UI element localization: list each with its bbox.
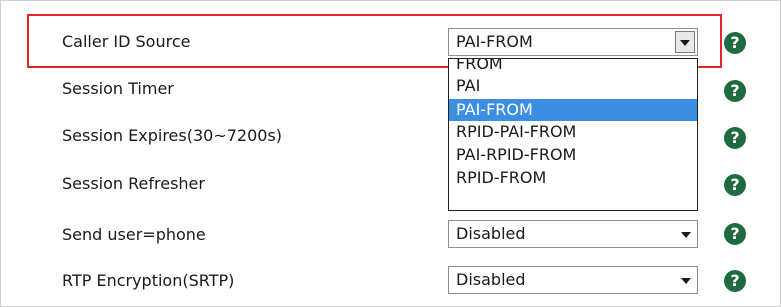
session-expires-label: Session Expires(30~7200s) xyxy=(62,126,283,145)
help-icon[interactable]: ? xyxy=(724,270,746,292)
help-icon[interactable]: ? xyxy=(724,32,746,54)
chevron-down-icon xyxy=(681,232,691,238)
help-icon[interactable]: ? xyxy=(724,80,746,102)
send-user-phone-select[interactable]: Disabled xyxy=(448,220,698,248)
dropdown-option-selected[interactable]: PAI-FROM xyxy=(449,99,697,121)
dropdown-option[interactable]: FROM xyxy=(449,59,697,75)
chevron-down-icon xyxy=(681,278,691,284)
dropdown-option[interactable]: RPID-FROM xyxy=(449,167,697,189)
help-icon[interactable]: ? xyxy=(724,127,746,149)
session-refresher-label: Session Refresher xyxy=(62,174,205,193)
send-user-phone-value: Disabled xyxy=(456,224,526,243)
help-icon[interactable]: ? xyxy=(724,223,746,245)
caller-id-source-dropdown[interactable]: FROM PAI PAI-FROM RPID-PAI-FROM PAI-RPID… xyxy=(448,58,698,211)
dropdown-option[interactable]: RPID-PAI-FROM xyxy=(449,121,697,143)
dropdown-option[interactable]: PAI xyxy=(449,75,697,97)
rtp-encryption-select[interactable]: Disabled xyxy=(448,266,698,294)
settings-panel: Caller ID Source PAI-FROM ? Session Time… xyxy=(0,0,781,307)
help-icon[interactable]: ? xyxy=(724,174,746,196)
rtp-encryption-value: Disabled xyxy=(456,270,526,289)
dropdown-option[interactable]: PAI-RPID-FROM xyxy=(449,144,697,166)
rtp-encryption-label: RTP Encryption(SRTP) xyxy=(62,271,235,290)
send-user-phone-label: Send user=phone xyxy=(62,225,206,244)
session-timer-label: Session Timer xyxy=(62,79,174,98)
